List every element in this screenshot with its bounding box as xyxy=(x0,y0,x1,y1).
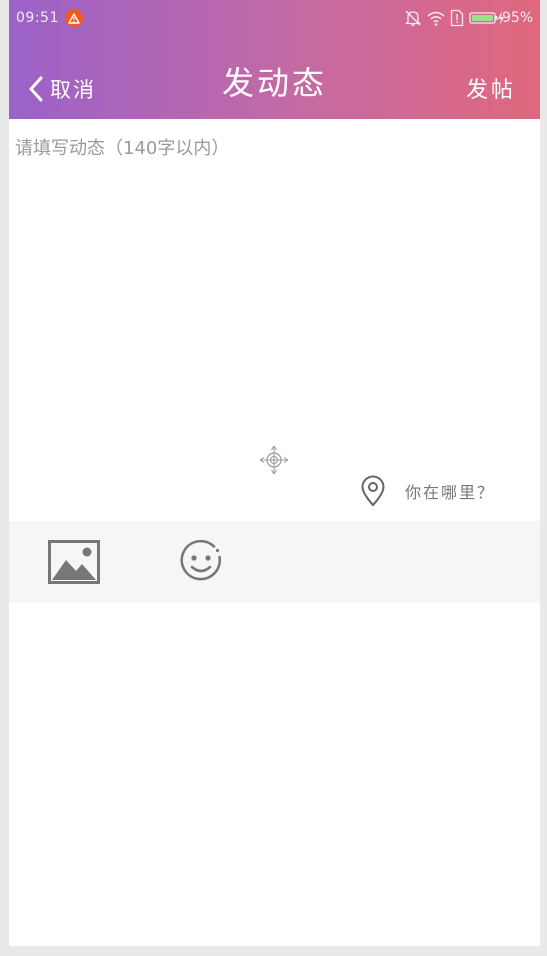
header: 09:51 95% 取消 发动态 发帖 xyxy=(9,0,540,119)
location-button[interactable]: 你在哪里？ xyxy=(360,474,495,508)
wifi-icon xyxy=(427,11,445,26)
post-content-input[interactable] xyxy=(15,134,530,434)
battery-percent: 95% xyxy=(502,10,534,26)
location-pin-icon xyxy=(361,475,385,507)
bell-muted-icon xyxy=(404,10,422,26)
screen: 09:51 95% 取消 发动态 发帖 请填写动态（140字以内） 你在哪里？ xyxy=(9,0,540,946)
warning-notification-icon xyxy=(65,9,83,27)
image-icon xyxy=(48,540,100,584)
battery-icon xyxy=(469,12,498,24)
emoji-icon xyxy=(180,539,222,581)
status-time: 09:51 xyxy=(16,10,59,26)
sim-alert-icon xyxy=(450,9,464,27)
crosshair-icon xyxy=(259,445,289,475)
status-bar: 09:51 95% xyxy=(9,0,540,36)
compose-toolbar xyxy=(9,521,540,603)
post-button[interactable]: 发帖 xyxy=(466,72,516,104)
page-title: 发动态 xyxy=(221,64,327,102)
compose-area: 你在哪里？ xyxy=(9,119,540,521)
add-image-button[interactable] xyxy=(48,540,100,588)
location-label: 你在哪里？ xyxy=(405,483,496,502)
emoji-button[interactable] xyxy=(179,539,223,588)
nav-bar: 取消 发动态 发帖 xyxy=(9,36,540,119)
